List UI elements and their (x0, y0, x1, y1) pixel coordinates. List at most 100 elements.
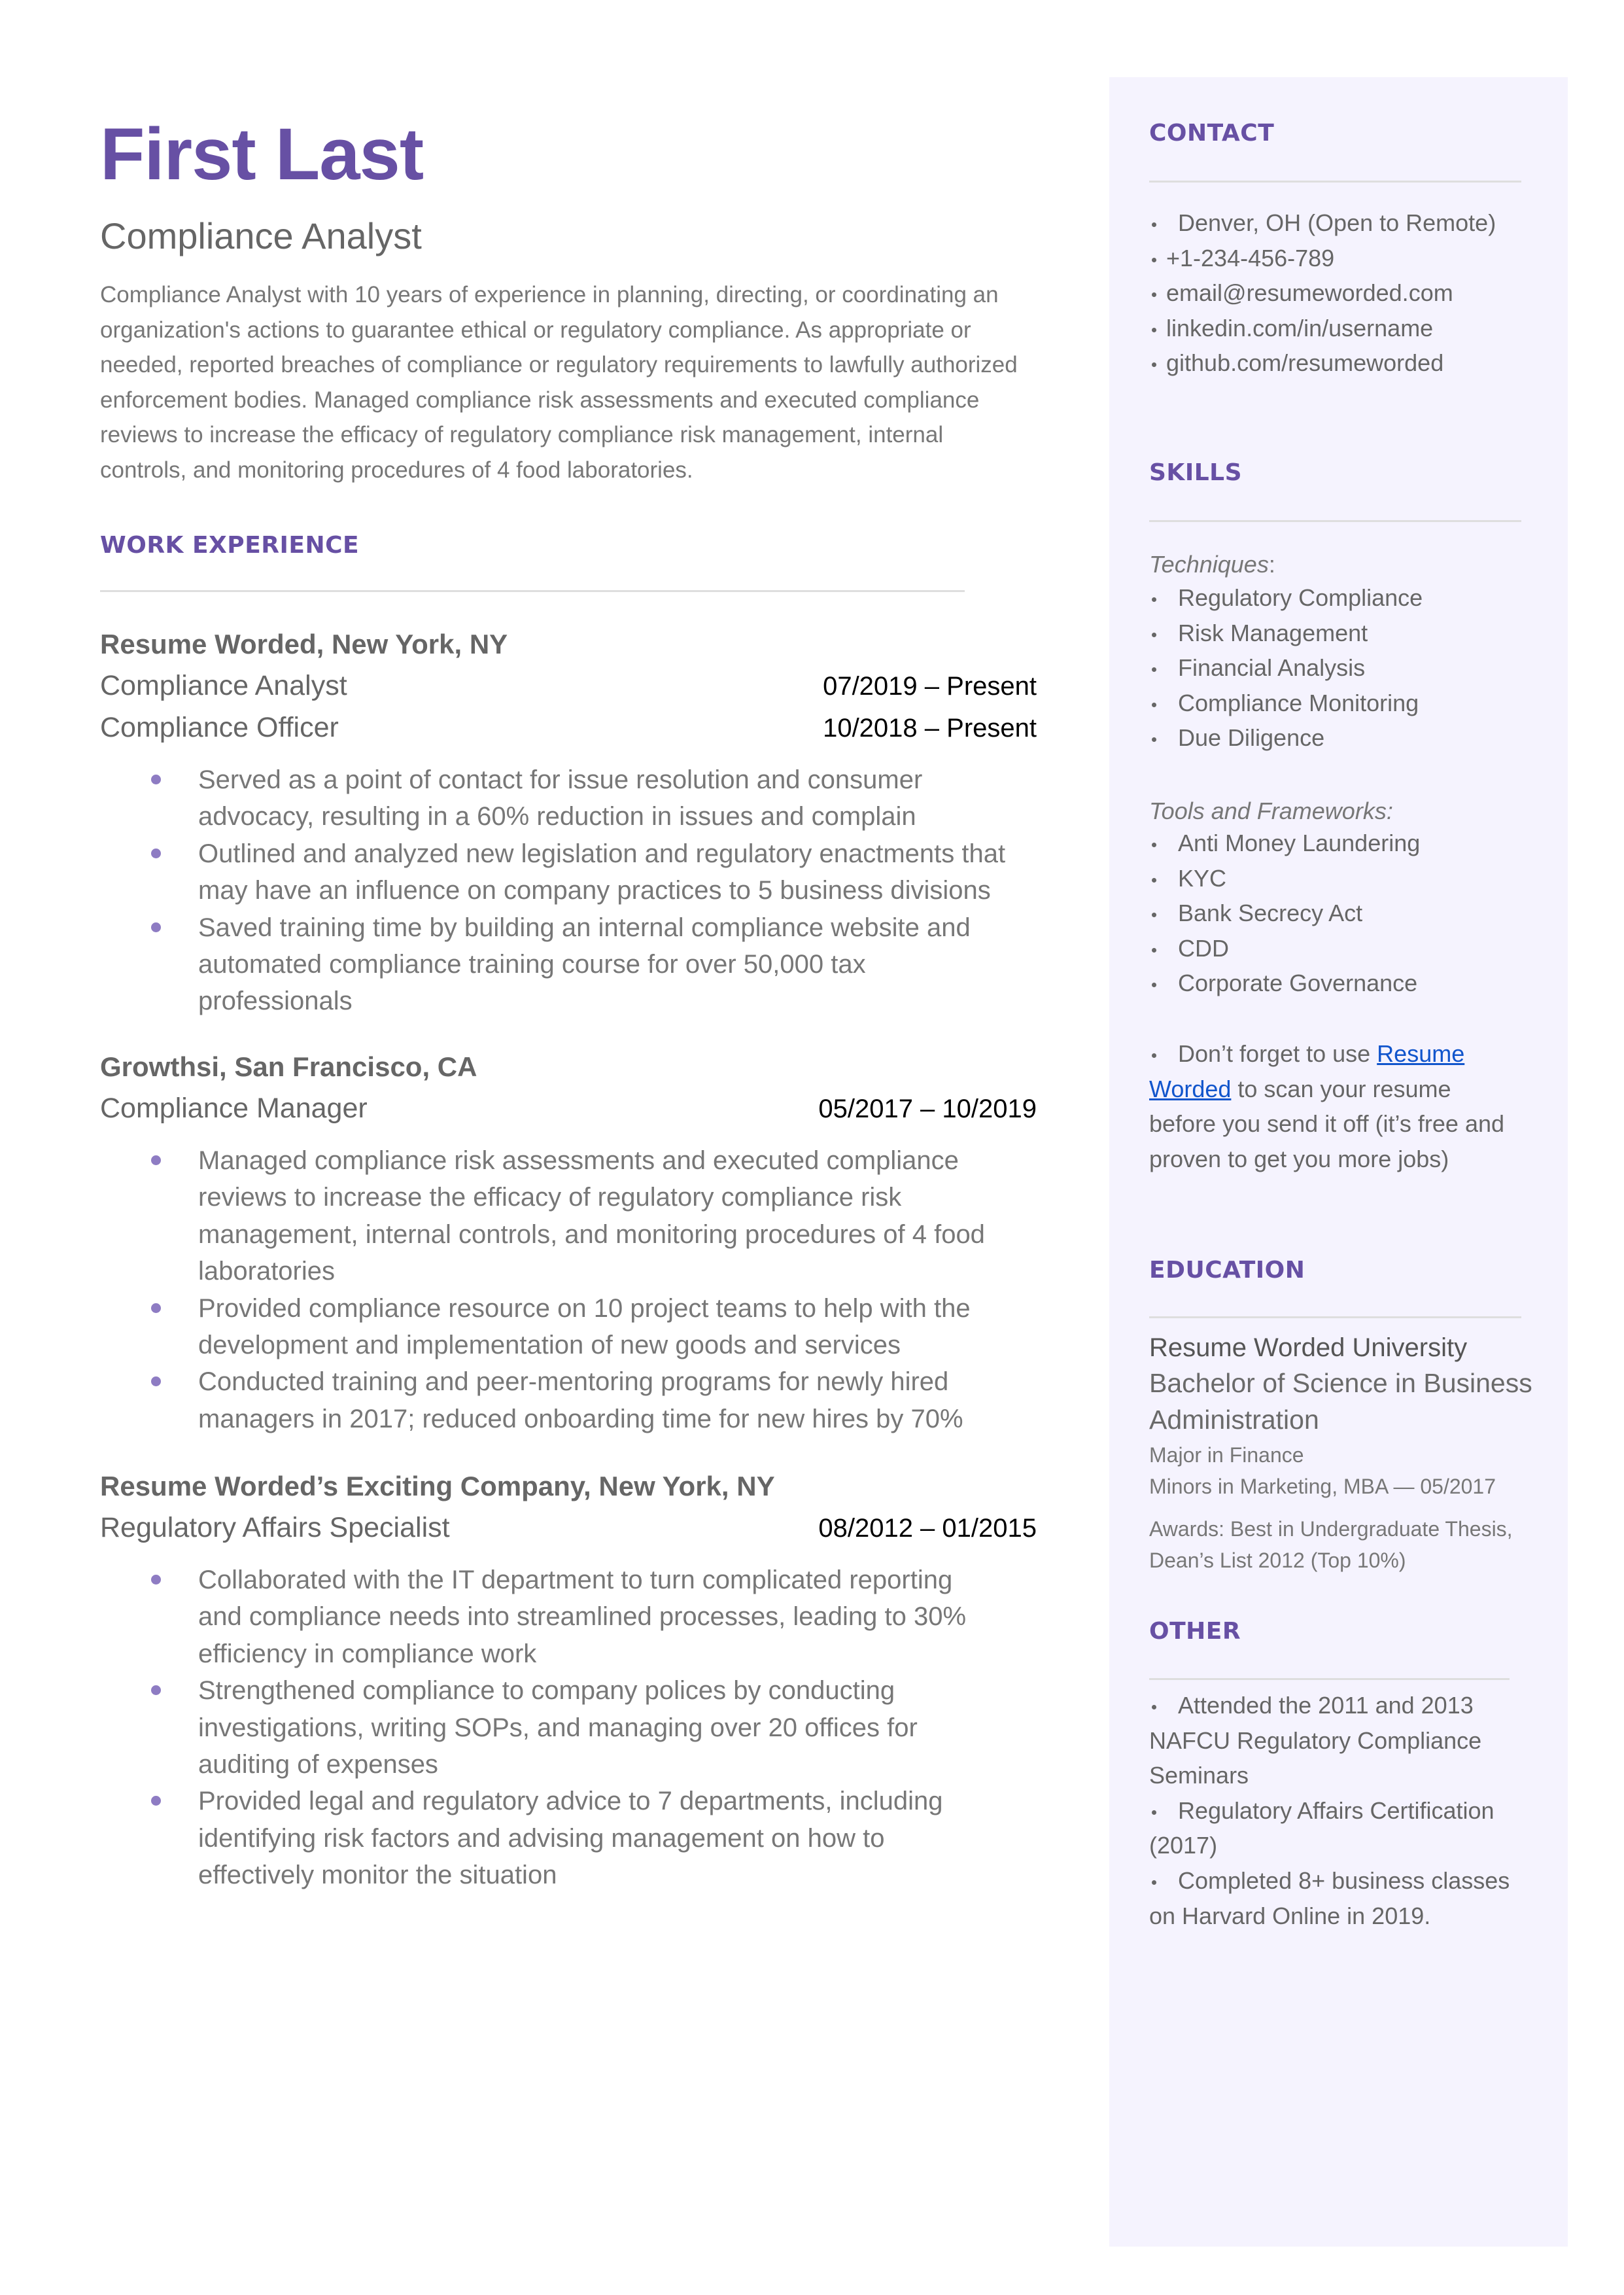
bullet-line: Collaborated with the IT department to t… (198, 1566, 953, 1594)
job-role-title: Compliance Analyst (100, 670, 347, 701)
awards-line: Dean’s List 2012 (Top 10%) (1149, 1549, 1406, 1572)
skill-text: Due Diligence (1178, 724, 1325, 752)
summary-line: needed, reported breaches of compliance … (100, 352, 1018, 378)
other-heading: OTHER (1149, 1618, 1241, 1645)
bullet-icon (1149, 580, 1178, 616)
job-role-dates: 10/2018 – Present (823, 714, 1037, 743)
bullet-line: professionals (198, 987, 353, 1016)
other-item-line: NAFCU Regulatory Compliance (1149, 1726, 1482, 1754)
contact-email-text[interactable]: email@resumeworded.com (1166, 279, 1453, 306)
education-school: Resume Worded University (1149, 1333, 1468, 1362)
bullet-icon (1149, 205, 1178, 241)
bullet-line: investigations, writing SOPs, and managi… (198, 1713, 918, 1742)
job-bullets: Served as a point of contact for issue r… (100, 762, 1055, 1020)
job-role-row: Compliance Officer 10/2018 – Present (100, 714, 1037, 742)
contact-list: Denver, OH (Open to Remote) +1-234-456-7… (1149, 205, 1496, 381)
summary-line: reviews to increase the efficacy of regu… (100, 422, 944, 448)
other-item-line: Seminars (1149, 1762, 1249, 1789)
bullet-line: managers in 2017; reduced onboarding tim… (198, 1404, 963, 1433)
education-divider (1149, 1316, 1521, 1318)
bullet-line: Managed compliance risk assessments and … (198, 1146, 959, 1175)
skill-text: Regulatory Compliance (1178, 584, 1423, 611)
bullet-icon (1149, 1793, 1178, 1829)
bullet-icon (1149, 896, 1178, 931)
job-bullet: Managed compliance risk assessments and … (100, 1142, 1055, 1290)
other-item-text: Regulatory Affairs Certification (1178, 1796, 1494, 1824)
contact-divider (1149, 181, 1521, 183)
bullet-line: Conducted training and peer-mentoring pr… (198, 1367, 949, 1397)
bullet-line: identifying risk factors and advising ma… (198, 1823, 885, 1853)
tool-text: Bank Secrecy Act (1178, 900, 1363, 927)
techniques-label: Techniques: (1149, 553, 1275, 576)
skill-item: Compliance Monitoring (1149, 686, 1423, 721)
bullet-dot-icon (151, 922, 161, 932)
techniques-list: Regulatory Compliance Risk Management Fi… (1149, 580, 1423, 756)
tool-item: CDD (1149, 931, 1420, 966)
skill-item: Risk Management (1149, 616, 1423, 651)
tool-item: KYC (1149, 861, 1420, 896)
bullet-line: and compliance needs into streamlined pr… (198, 1602, 967, 1632)
other-item-line: Regulatory Affairs Certification (1149, 1793, 1510, 1829)
tip-prefix: Don’t forget to use (1178, 1040, 1377, 1067)
bullet-line: laboratories (198, 1257, 336, 1286)
other-item-text: Attended the 2011 and 2013 (1178, 1692, 1474, 1719)
education-heading: EDUCATION (1149, 1257, 1305, 1284)
tip-line: proven to get you more jobs) (1149, 1145, 1449, 1172)
bullet-icon (1149, 966, 1178, 1001)
bullet-icon (1149, 720, 1178, 756)
job-company: Growthsi, San Francisco, CA (100, 1051, 477, 1082)
resume-worded-link[interactable]: Resume (1377, 1040, 1464, 1067)
tip-suffix: to scan your resume (1231, 1075, 1451, 1102)
bullet-line: auditing of expenses (198, 1750, 438, 1779)
tool-item: Anti Money Laundering (1149, 826, 1420, 861)
job-role-dates: 05/2017 – 10/2019 (818, 1095, 1037, 1123)
contact-github[interactable]: github.com/resumeworded (1149, 345, 1496, 381)
other-list: Attended the 2011 and 2013 NAFCU Regulat… (1149, 1688, 1510, 1933)
work-experience-heading: WORK EXPERIENCE (100, 532, 360, 559)
candidate-title: Compliance Analyst (100, 215, 422, 256)
education-minors: Minors in Marketing, MBA — 05/2017 (1149, 1475, 1496, 1498)
bullet-line: Outlined and analyzed new legislation an… (198, 839, 1006, 868)
contact-linkedin[interactable]: linkedin.com/in/username (1149, 311, 1496, 346)
job-bullet: Collaborated with the IT department to t… (100, 1562, 1055, 1672)
job-bullet: Conducted training and peer-mentoring pr… (100, 1363, 1055, 1437)
bullet-line: development and implementation of new go… (198, 1331, 901, 1360)
contact-email[interactable]: email@resumeworded.com (1149, 275, 1496, 311)
job-role-dates: 08/2012 – 01/2015 (818, 1514, 1037, 1543)
summary-line: controls, and monitoring procedures of 4… (100, 457, 693, 483)
skill-text: Compliance Monitoring (1178, 689, 1419, 716)
bullet-dot-icon (151, 1685, 161, 1696)
bullet-dot-icon (151, 848, 161, 858)
resume-worded-link[interactable]: Worded (1149, 1076, 1231, 1102)
bullet-line: Served as a point of contact for issue r… (198, 765, 923, 794)
other-item-line: Attended the 2011 and 2013 (1149, 1688, 1510, 1723)
contact-linkedin-text[interactable]: linkedin.com/in/username (1166, 315, 1433, 342)
degree-line: Bachelor of Science in Business (1149, 1368, 1532, 1398)
bullet-line: effectively monitor the situation (198, 1861, 557, 1890)
bullet-icon (1149, 1863, 1178, 1899)
bullet-line: reviews to increase the efficacy of regu… (198, 1183, 902, 1212)
contact-phone-text: +1-234-456-789 (1166, 244, 1335, 272)
tool-text: Corporate Governance (1178, 970, 1418, 997)
bullet-icon (1149, 650, 1178, 686)
skills-heading: SKILLS (1149, 459, 1243, 486)
bullet-line: advocacy, resulting in a 60% reduction i… (198, 802, 916, 832)
job-company: Resume Worded’s Exciting Company, New Yo… (100, 1471, 775, 1501)
bullet-dot-icon (151, 1303, 161, 1313)
job-bullet: Provided legal and regulatory advice to … (100, 1783, 1055, 1893)
bullet-line: Strengthened compliance to company polic… (198, 1676, 895, 1706)
job-bullet: Served as a point of contact for issue r… (100, 762, 1055, 835)
tool-text: Anti Money Laundering (1178, 830, 1421, 856)
education-details: Major in Finance Minors in Marketing, MB… (1149, 1439, 1496, 1502)
tip-line: Worded to scan your resume (1149, 1072, 1504, 1107)
bullet-line: efficiency in compliance work (198, 1639, 537, 1668)
job-bullet: Saved training time by building an inter… (100, 909, 1055, 1020)
job-bullet: Outlined and analyzed new legislation an… (100, 835, 1055, 909)
bullet-icon (1149, 275, 1166, 311)
job-role-row: Compliance Manager 05/2017 – 10/2019 (100, 1095, 1037, 1123)
job-role-row: Regulatory Affairs Specialist 08/2012 – … (100, 1514, 1037, 1542)
job-role-title: Compliance Manager (100, 1093, 368, 1124)
contact-github-text[interactable]: github.com/resumeworded (1166, 349, 1443, 376)
summary-line: organization's actions to guarantee ethi… (100, 317, 971, 343)
skill-text: Risk Management (1178, 619, 1368, 646)
